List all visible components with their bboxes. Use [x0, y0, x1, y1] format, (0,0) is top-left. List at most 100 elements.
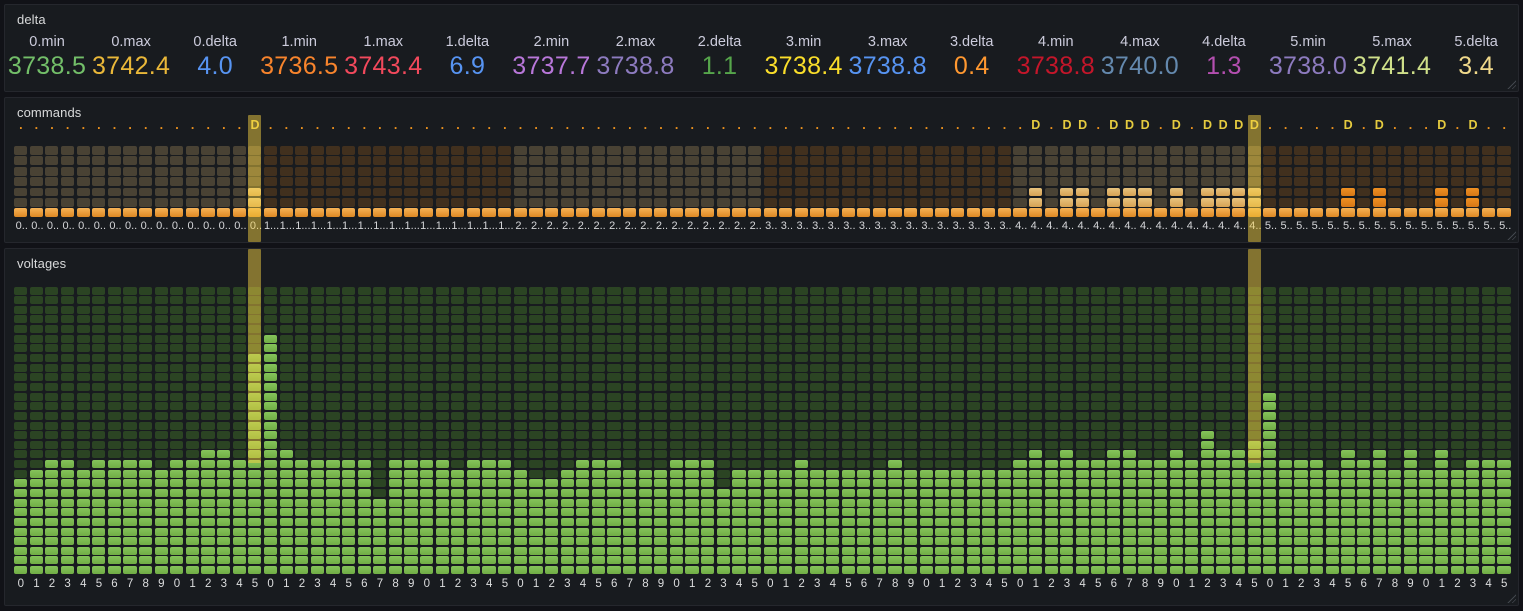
led-cell: [701, 364, 714, 372]
led-cell: [358, 412, 371, 420]
annotation-region[interactable]: [248, 249, 261, 463]
led-cell: [1482, 470, 1495, 478]
led-cell: [404, 499, 417, 507]
heatmap-cell: [1482, 208, 1495, 217]
led-cell: [561, 412, 574, 420]
led-cell: [1294, 354, 1307, 362]
led-cell: [233, 412, 246, 420]
led-cell: [14, 402, 27, 410]
led-cell: [1091, 315, 1104, 323]
led-cell: [482, 556, 495, 564]
led-cell: [685, 383, 698, 391]
led-cell: [1373, 431, 1386, 439]
led-cell: [639, 431, 652, 439]
heatmap-cell: [623, 156, 636, 165]
led-cell: [1310, 479, 1323, 487]
led-cell: [1482, 335, 1495, 343]
led-cell: [888, 296, 901, 304]
led-cell: [826, 354, 839, 362]
led-cell: [108, 508, 121, 516]
panel-resize-handle[interactable]: [1506, 79, 1516, 89]
heatmap-cell: [1138, 167, 1151, 176]
led-cell: [61, 518, 74, 526]
heatmap-cell: [482, 188, 495, 197]
led-cell: [1154, 354, 1167, 362]
led-cell: [920, 344, 933, 352]
heatmap-cell: [373, 156, 386, 165]
annotation-region[interactable]: [1248, 115, 1261, 242]
led-cell: [1388, 383, 1401, 391]
annotation-region[interactable]: [1248, 249, 1261, 463]
led-cell: [436, 335, 449, 343]
heatmap-cell: [1138, 208, 1151, 217]
led-cell: [264, 431, 277, 439]
annotation-region[interactable]: [248, 115, 261, 242]
grafana-dashboard: delta 0.min 3738.5 0.max 3742.4 0.delta …: [0, 0, 1523, 611]
led-cell: [1232, 402, 1245, 410]
heatmap-cell: [467, 208, 480, 217]
led-cell: [857, 306, 870, 314]
heatmap-cell: [155, 208, 168, 217]
led-cell: [1154, 499, 1167, 507]
led-cell: [639, 470, 652, 478]
led-cell: [1279, 306, 1292, 314]
led-cell: [951, 296, 964, 304]
led-cell: [1107, 479, 1120, 487]
led-cell: [639, 325, 652, 333]
led-cell: [1279, 518, 1292, 526]
heatmap-cell: [1294, 188, 1307, 197]
led-cell: [1123, 422, 1136, 430]
led-cell: [764, 287, 777, 295]
led-cell: [545, 489, 558, 497]
led-cell: [904, 354, 917, 362]
voltages-histogram[interactable]: 0123456789012345012345678901234501234567…: [5, 249, 1518, 605]
led-cell: [1076, 547, 1089, 555]
led-cell: [77, 315, 90, 323]
led-cell: [295, 383, 308, 391]
led-cell: [1357, 402, 1370, 410]
heatmap-cell: [561, 198, 574, 207]
led-cell: [280, 489, 293, 497]
led-cell: [1373, 508, 1386, 516]
led-cell: [1216, 412, 1229, 420]
heatmap-cell: [404, 208, 417, 217]
led-cell: [155, 479, 168, 487]
led-cell: [467, 393, 480, 401]
led-cell: [888, 518, 901, 526]
led-cell: [592, 354, 605, 362]
led-cell: [1248, 470, 1261, 478]
led-cell: [701, 508, 714, 516]
led-cell: [826, 518, 839, 526]
led-cell: [935, 499, 948, 507]
led-cell: [482, 373, 495, 381]
heatmap-cell: [92, 188, 105, 197]
led-cell: [1170, 373, 1183, 381]
panel-title-delta[interactable]: delta: [17, 12, 46, 27]
commands-heatmap[interactable]: .0...0...0...0...0...0...0...0...0...0..…: [5, 98, 1518, 242]
led-cell: [1091, 422, 1104, 430]
stat-value: 3742.4: [89, 53, 173, 80]
led-cell: [1435, 431, 1448, 439]
led-cell: [1279, 556, 1292, 564]
led-cell: [358, 373, 371, 381]
led-cell: [951, 528, 964, 536]
led-cell: [498, 489, 511, 497]
led-cell: [1326, 364, 1339, 372]
led-cell: [61, 441, 74, 449]
led-cell: [982, 344, 995, 352]
led-cell: [967, 556, 980, 564]
led-cell: [1154, 315, 1167, 323]
heatmap-cell: [1419, 208, 1432, 217]
led-cell: [1451, 412, 1464, 420]
led-cell: [264, 393, 277, 401]
led-cell: [1419, 402, 1432, 410]
led-cell: [1201, 528, 1214, 536]
led-cell: [1045, 508, 1058, 516]
command-marker-dot: .: [263, 117, 279, 133]
command-marker-dot: .: [388, 117, 404, 133]
led-cell: [342, 460, 355, 468]
led-cell: [826, 508, 839, 516]
heatmap-cell: [701, 198, 714, 207]
led-cell: [561, 402, 574, 410]
led-cell: [1045, 335, 1058, 343]
